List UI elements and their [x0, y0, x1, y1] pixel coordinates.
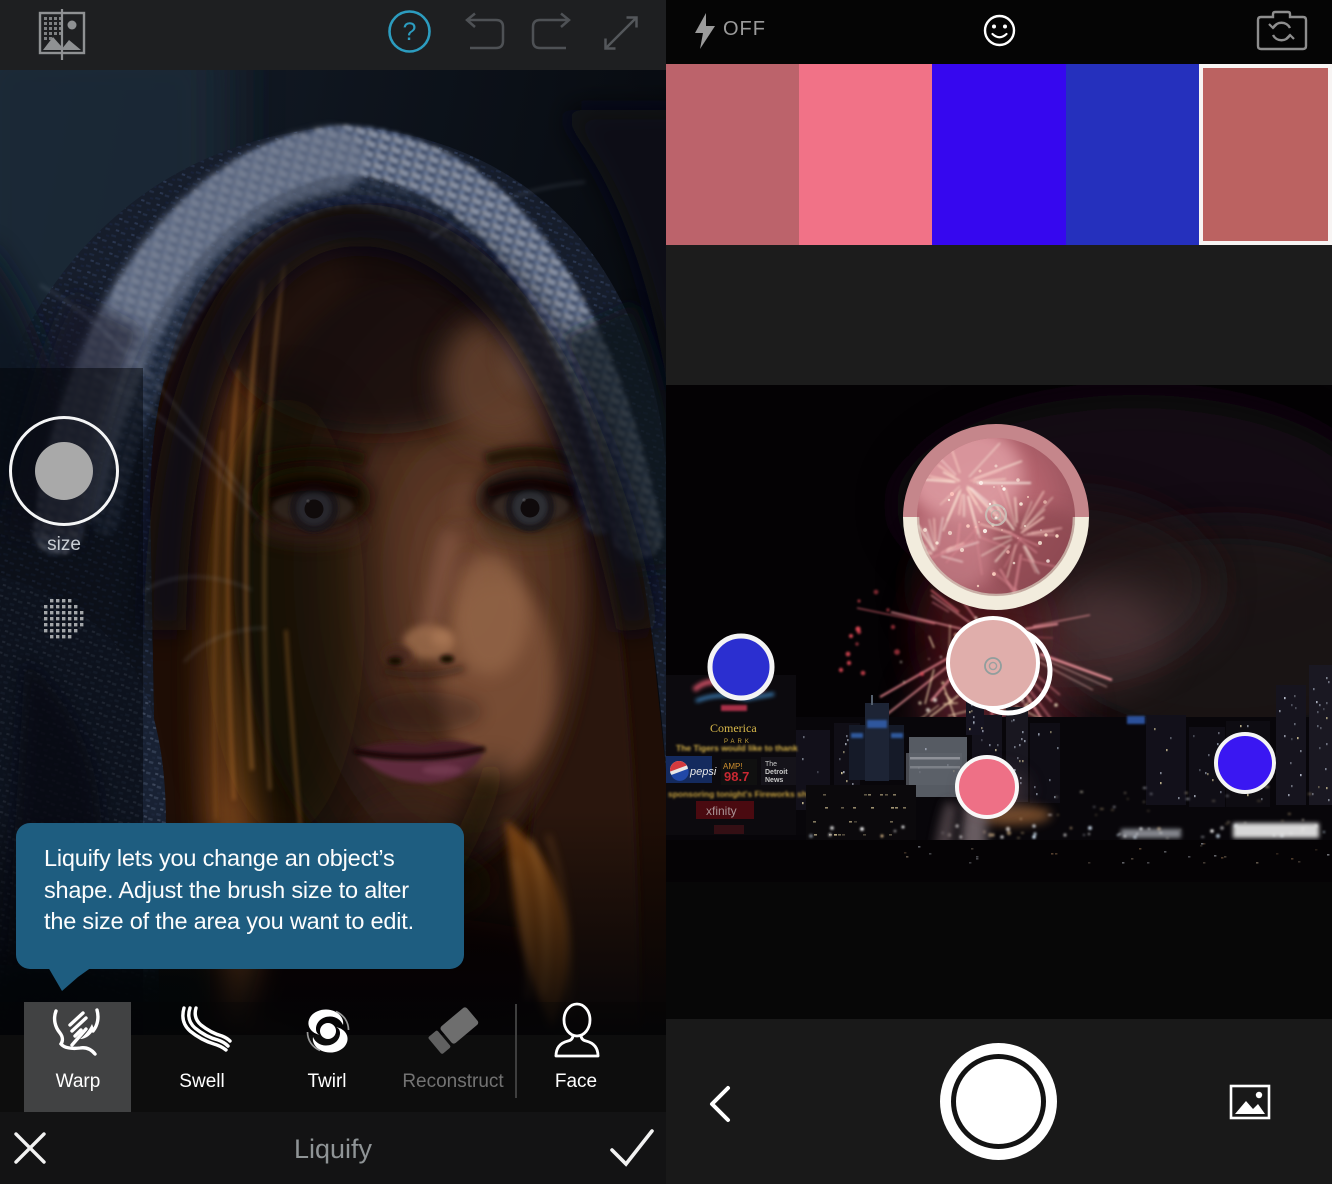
svg-text:?: ?: [403, 18, 417, 46]
